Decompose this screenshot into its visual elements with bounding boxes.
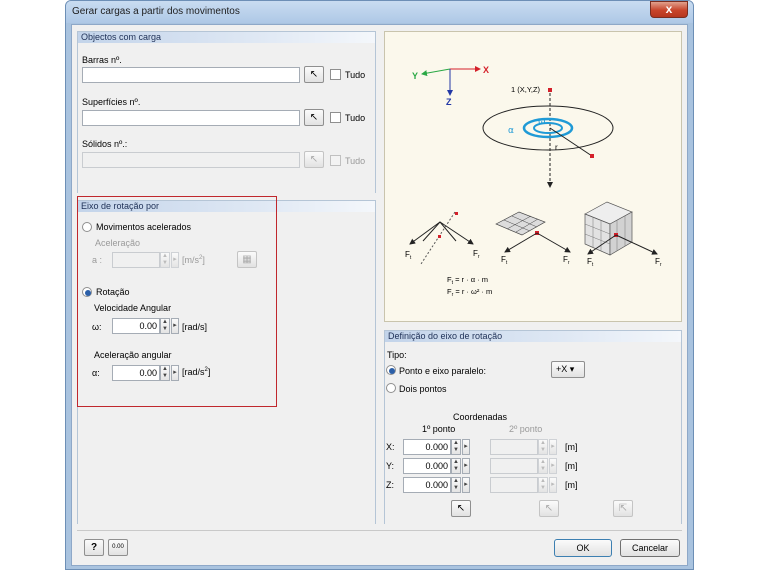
type-label: Tipo:: [387, 350, 407, 360]
x-unit: [m]: [565, 442, 578, 452]
surfaces-all-checkbox[interactable]: [330, 112, 341, 123]
radius-label: r: [555, 143, 558, 152]
z-point2-input[interactable]: [490, 477, 538, 493]
x-point2-input[interactable]: [490, 439, 538, 455]
ok-button[interactable]: OK: [554, 539, 612, 557]
y-unit: [m]: [565, 461, 578, 471]
members-input[interactable]: [82, 67, 300, 83]
y-coord-label: Y:: [386, 461, 395, 471]
axis-point-marker: [548, 88, 552, 92]
fr-label-1: Fr: [473, 249, 480, 260]
cursor-select-icon: ↖: [544, 503, 554, 514]
z-point2-menu-button[interactable]: ▸: [549, 477, 557, 493]
two-points-pick-icon: ⇱: [618, 503, 628, 514]
highlight-frame: [77, 196, 277, 407]
two-points-radio[interactable]: [386, 383, 396, 393]
cursor-select-icon: ↖: [309, 154, 319, 165]
point-parallel-radio[interactable]: [386, 365, 396, 375]
direction-value: +X: [556, 364, 568, 374]
direction-dropdown[interactable]: +X ▾: [551, 361, 585, 378]
z-point1-input[interactable]: 0.000: [403, 477, 451, 493]
fr-label-2: Fr: [563, 255, 570, 266]
surfaces-select-button[interactable]: ↖: [304, 109, 324, 126]
surfaces-label: Superfícies nº.: [82, 97, 141, 107]
units-icon: 0.00: [112, 544, 124, 550]
cursor-select-icon: ↖: [309, 112, 319, 123]
y-point2-menu-button[interactable]: ▸: [549, 458, 557, 474]
x-point1-menu-button[interactable]: ▸: [462, 439, 470, 455]
solids-select-button[interactable]: ↖: [304, 151, 324, 168]
ft-label-1: Ft: [405, 250, 412, 261]
chevron-down-icon: ▾: [569, 364, 575, 374]
coordinates-label: Coordenadas: [453, 412, 508, 422]
ft-label-3: Ft: [587, 257, 594, 268]
solids-label: Sólidos nº.:: [82, 139, 128, 149]
illustration-panel: X Y Z 1 (X,Y,Z) α ω r Ft Fr Ft Fr Ft Fr …: [384, 31, 682, 322]
cancel-button[interactable]: Cancelar: [620, 539, 680, 557]
x-axis-label: X: [483, 65, 489, 75]
y-point2-input[interactable]: [490, 458, 538, 474]
solids-all-label: Tudo: [345, 156, 366, 166]
z-point2-spinner[interactable]: ▲ ▼: [538, 477, 548, 493]
x-point1-spinner[interactable]: ▲ ▼: [451, 439, 461, 455]
solids-input[interactable]: [82, 152, 300, 168]
help-icon: ?: [90, 542, 98, 553]
x-coord-label: X:: [386, 442, 395, 452]
x-point1-input[interactable]: 0.000: [403, 439, 451, 455]
cursor-select-icon: ↖: [309, 69, 319, 80]
pick-two-points-button[interactable]: ⇱: [613, 500, 633, 517]
pick-point2-button[interactable]: ↖: [539, 500, 559, 517]
dialog-title: Gerar cargas a partir dos movimentos: [72, 6, 240, 17]
z-axis-label: Z: [446, 97, 452, 107]
solids-all-checkbox[interactable]: [330, 155, 341, 166]
rotation-path-ellipse: [482, 105, 614, 151]
point2-label: 2º ponto: [509, 424, 543, 434]
z-point1-menu-button[interactable]: ▸: [462, 477, 470, 493]
z-unit: [m]: [565, 480, 578, 490]
members-select-button[interactable]: ↖: [304, 66, 324, 83]
formula-tangential: Ft = r · α · m: [447, 275, 488, 286]
help-button[interactable]: ?: [84, 539, 104, 556]
rotation-illustration: X Y Z 1 (X,Y,Z) α ω r Ft Fr Ft Fr Ft Fr …: [405, 65, 662, 298]
mass-point-marker: [590, 154, 594, 158]
z-coord-label: Z:: [386, 480, 394, 490]
omega-symbol: ω: [538, 117, 546, 127]
ft-label-2: Ft: [501, 255, 508, 266]
point1-label: 1º ponto: [422, 424, 456, 434]
angular-accel-arrow: [522, 117, 574, 139]
surfaces-all-label: Tudo: [345, 113, 366, 123]
point-label: 1 (X,Y,Z): [511, 85, 541, 94]
y-point2-spinner[interactable]: ▲ ▼: [538, 458, 548, 474]
formula-radial: Fr = r · ω² · m: [447, 287, 492, 298]
y-axis-label: Y: [412, 71, 418, 81]
x-point2-spinner[interactable]: ▲ ▼: [538, 439, 548, 455]
units-button[interactable]: 0.00: [108, 539, 128, 556]
two-points-label: Dois pontos: [399, 384, 447, 394]
x-point2-menu-button[interactable]: ▸: [549, 439, 557, 455]
y-point1-spinner[interactable]: ▲ ▼: [451, 458, 461, 474]
y-point1-menu-button[interactable]: ▸: [462, 458, 470, 474]
y-axis-arrow: [421, 68, 451, 77]
close-button[interactable]: x: [650, 1, 688, 18]
footer-separator: [77, 530, 682, 531]
members-all-label: Tudo: [345, 70, 366, 80]
y-point1-input[interactable]: 0.000: [403, 458, 451, 474]
members-all-checkbox[interactable]: [330, 69, 341, 80]
members-label: Barras nº.: [82, 55, 122, 65]
close-icon: x: [665, 2, 673, 16]
alpha-symbol: α: [508, 126, 514, 136]
point-parallel-label: Ponto e eixo paralelo:: [399, 366, 487, 376]
member-force-sketch: [422, 221, 457, 242]
z-point1-spinner[interactable]: ▲ ▼: [451, 477, 461, 493]
fr-label-3: Fr: [655, 257, 662, 268]
pick-point1-button[interactable]: ↖: [451, 500, 471, 517]
cursor-select-icon: ↖: [456, 503, 466, 514]
surfaces-input[interactable]: [82, 110, 300, 126]
loaded-objects-header: Objectos com carga: [78, 32, 375, 43]
axis-definition-header: Definição do eixo de rotação: [385, 331, 681, 342]
